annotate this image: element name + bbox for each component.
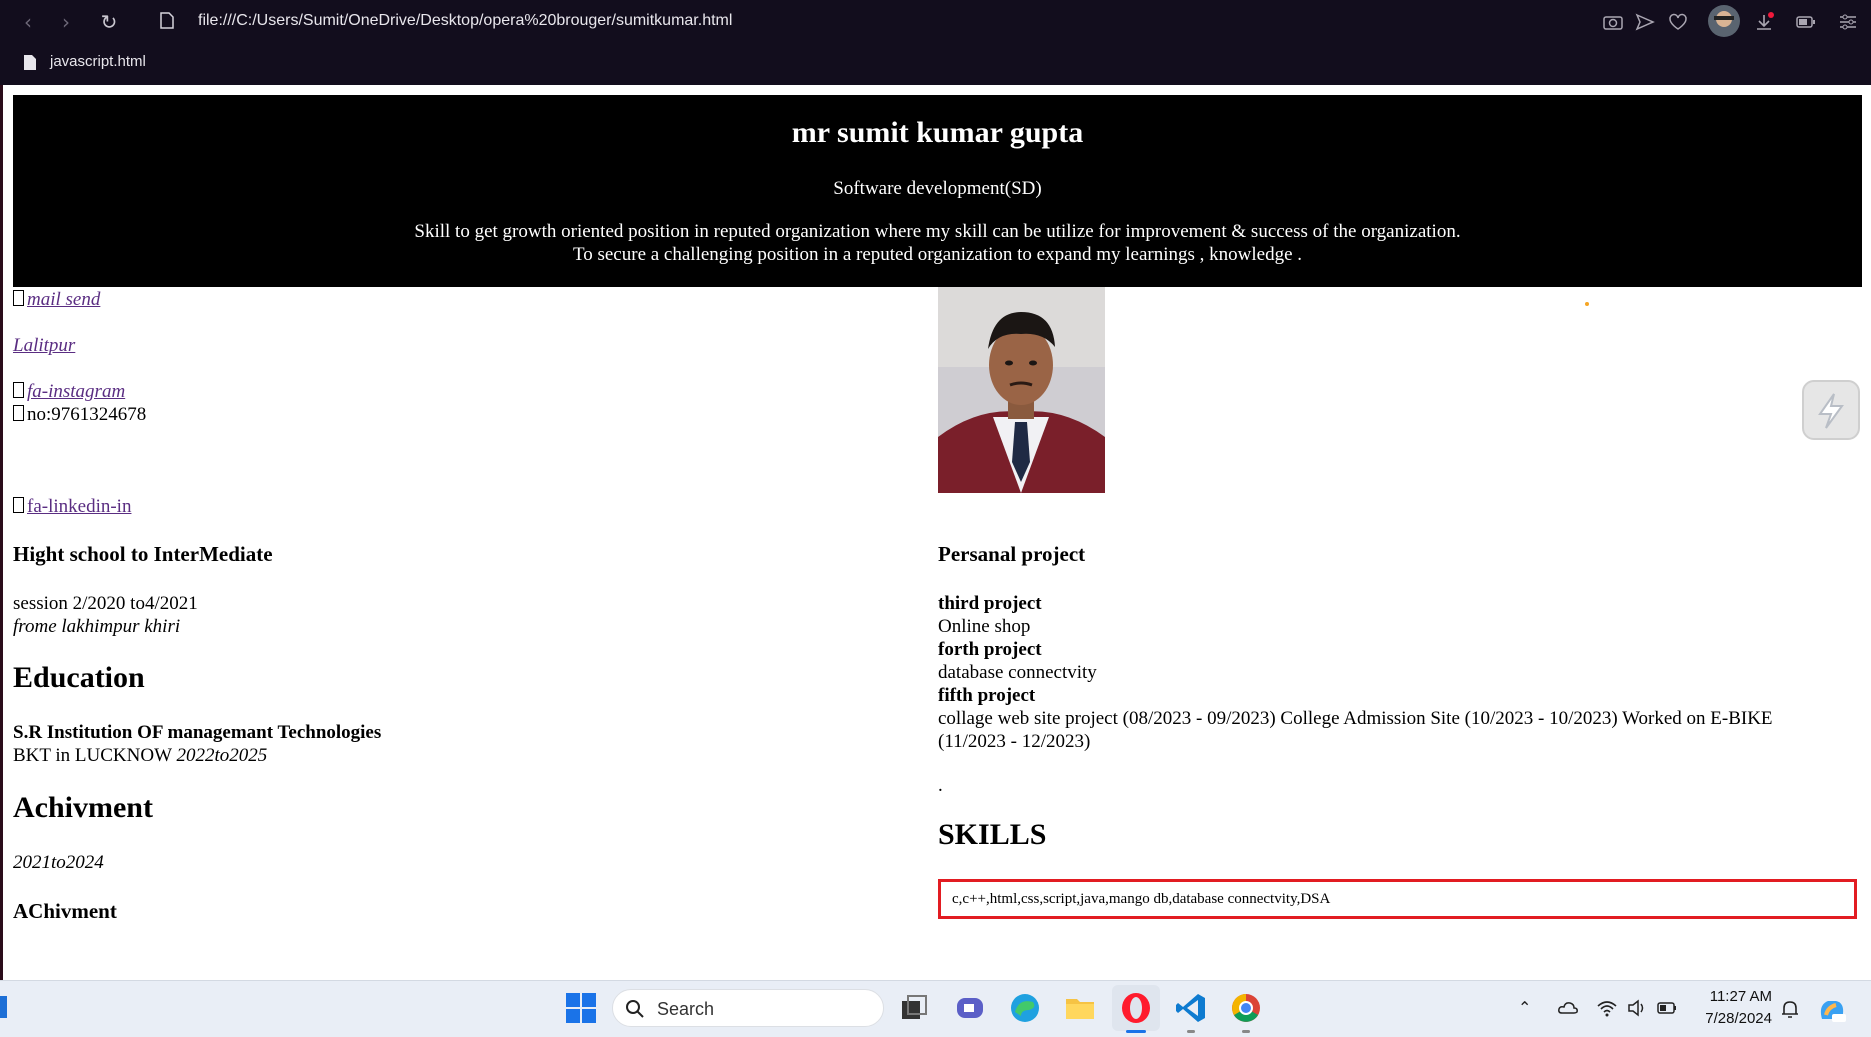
instagram-icon xyxy=(13,382,24,398)
running-indicator xyxy=(1242,1030,1250,1033)
browser-chrome: ‹ › ↻ file:///C:/Users/Sumit/OneDrive/De… xyxy=(0,0,1871,85)
linkedin-link[interactable]: fa-linkedin-in xyxy=(27,496,131,517)
address-bar[interactable]: file:///C:/Users/Sumit/OneDrive/Desktop/… xyxy=(198,12,732,30)
role-text: Software development(SD) xyxy=(833,178,1042,199)
chrome-icon[interactable] xyxy=(1228,990,1264,1026)
school-session: session 2/2020 to4/2021 xyxy=(13,593,198,614)
phone-text: no:9761324678 xyxy=(27,404,147,425)
profile-photo-drawing xyxy=(938,287,1105,493)
forward-icon[interactable]: › xyxy=(54,10,78,34)
page-title: mr sumit kumar gupta xyxy=(791,116,1084,149)
location-link[interactable]: Lalitpur xyxy=(13,335,75,356)
education-institution: S.R Institution OF managemant Technologi… xyxy=(13,722,382,743)
phone-icon xyxy=(13,405,24,421)
bookmark-javascript[interactable]: javascript.html xyxy=(50,53,146,70)
education-course-line: BKT in LUCKNOW 2022to2025 xyxy=(13,745,267,767)
show-hidden-icons[interactable]: ⌃ xyxy=(1518,998,1531,1017)
project-desc: database connectvity xyxy=(938,662,1097,683)
achievement-heading: Achivment xyxy=(13,791,153,824)
avatar[interactable] xyxy=(1708,5,1740,37)
school-from: frome lakhimpur khiri xyxy=(13,616,181,637)
bookmark-bar xyxy=(0,44,1871,84)
windows-start-icon[interactable] xyxy=(563,990,599,1026)
download-icon[interactable] xyxy=(1753,12,1775,32)
reload-icon[interactable]: ↻ xyxy=(97,10,121,34)
notification-bell-icon[interactable] xyxy=(1779,998,1801,1020)
send-icon[interactable] xyxy=(1634,12,1656,32)
envelope-icon xyxy=(13,290,24,306)
project-title: third project xyxy=(938,593,1042,614)
education-course: BKT in LUCKNOW xyxy=(13,745,172,766)
contact-instagram: fa-instagram xyxy=(13,381,125,403)
linkedin-icon xyxy=(13,497,24,513)
project-desc: collage web site project (08/2023 - 09/2… xyxy=(938,708,1773,729)
separator-dot: . xyxy=(938,775,943,796)
clock-date[interactable]: 7/28/2024 xyxy=(1692,1010,1772,1027)
extension-button[interactable] xyxy=(1802,380,1860,440)
project-title: forth project xyxy=(938,639,1042,660)
projects-heading: Persanal project xyxy=(938,542,1086,566)
project-desc-continued: (11/2023 - 12/2023) xyxy=(938,731,1091,752)
running-indicator xyxy=(1187,1030,1195,1033)
education-years: 2022to2025 xyxy=(176,745,268,766)
contact-location: Lalitpur xyxy=(13,335,75,357)
taskbar-search[interactable] xyxy=(612,989,884,1027)
objective-line-1: Skill to get growth oriented position in… xyxy=(414,221,1461,242)
objective-line-2: To secure a challenging position in a re… xyxy=(572,244,1303,265)
status-dot xyxy=(1585,302,1589,306)
opera-icon[interactable] xyxy=(1118,990,1154,1026)
task-view-icon[interactable] xyxy=(896,990,932,1026)
battery-saver-icon[interactable] xyxy=(1795,12,1817,32)
education-heading: Education xyxy=(13,661,145,694)
sidebar-edge xyxy=(0,85,3,980)
school-heading: Hight school to InterMediate xyxy=(13,542,273,566)
edge-icon[interactable] xyxy=(1007,990,1043,1026)
camera-icon[interactable] xyxy=(1602,12,1624,32)
back-icon[interactable]: ‹ xyxy=(16,10,40,34)
resume-header: mr sumit kumar gupta Software developmen… xyxy=(13,95,1862,287)
achievement-years: 2021to2024 xyxy=(13,852,104,873)
wifi-icon[interactable] xyxy=(1596,998,1618,1018)
lightning-icon xyxy=(1818,393,1844,429)
instagram-link[interactable]: fa-instagram xyxy=(27,381,125,402)
vscode-icon[interactable] xyxy=(1173,990,1209,1026)
skills-box: c,c++,html,css,script,java,mango db,data… xyxy=(938,879,1857,919)
contact-phone: no:9761324678 xyxy=(13,404,146,426)
onedrive-icon[interactable] xyxy=(1557,998,1579,1018)
achievement-subheading: AChivment xyxy=(13,899,117,923)
project-title: fifth project xyxy=(938,685,1036,706)
easy-setup-icon[interactable] xyxy=(1837,12,1859,32)
contact-linkedin: fa-linkedin-in xyxy=(13,496,131,518)
battery-icon[interactable] xyxy=(1656,998,1678,1018)
profile-photo xyxy=(938,287,1105,493)
taskbar xyxy=(0,980,1871,1037)
heart-icon[interactable] xyxy=(1667,12,1689,32)
copilot-icon[interactable] xyxy=(1816,995,1848,1025)
mail-link[interactable]: mail send xyxy=(27,289,100,310)
search-icon xyxy=(626,1000,644,1018)
page-icon xyxy=(160,12,174,29)
volume-icon[interactable] xyxy=(1626,998,1648,1018)
skills-heading: SKILLS xyxy=(938,818,1047,851)
chat-icon[interactable] xyxy=(952,990,988,1026)
clock-time[interactable]: 11:27 AM xyxy=(1700,988,1772,1005)
file-explorer-icon[interactable] xyxy=(1062,990,1098,1026)
active-indicator xyxy=(1126,1030,1146,1033)
taskbar-edge-icon xyxy=(0,996,7,1018)
contact-mail: mail send xyxy=(13,289,100,311)
file-icon xyxy=(24,55,36,70)
search-label: Search xyxy=(657,999,715,1019)
project-desc: Online shop xyxy=(938,616,1031,637)
